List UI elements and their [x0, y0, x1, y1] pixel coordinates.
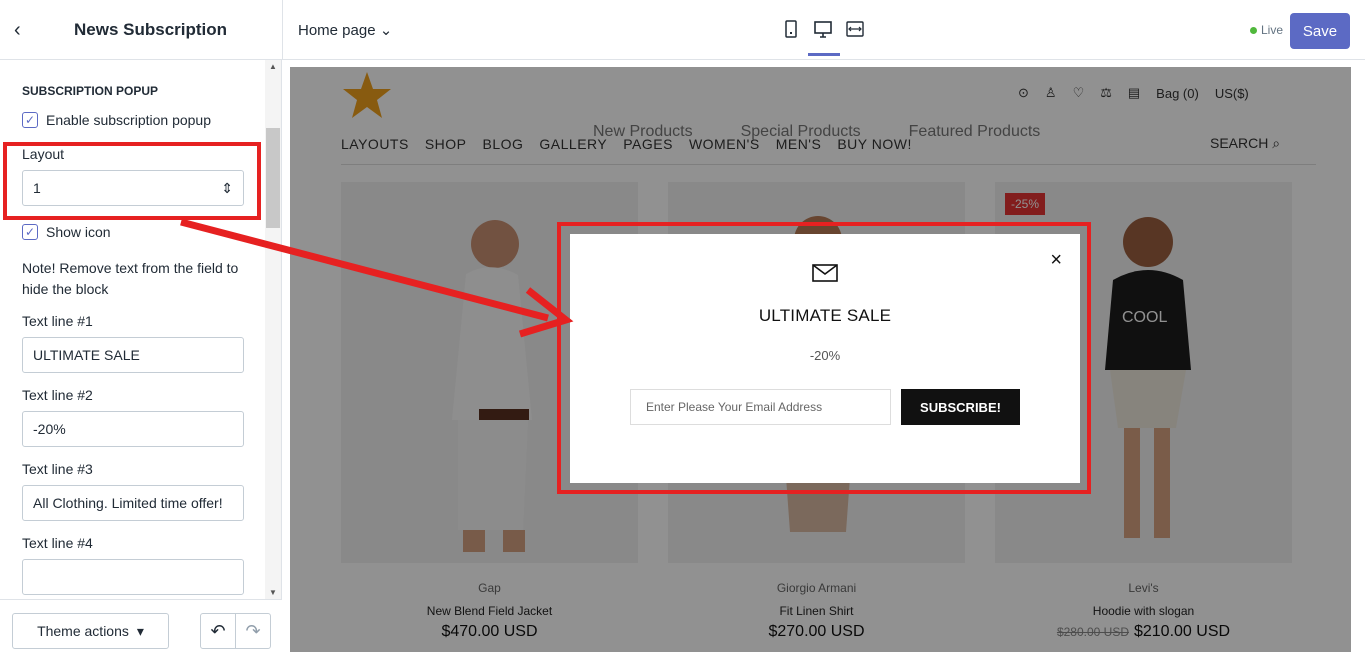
checkbox-icon: ✓: [22, 224, 38, 240]
text-line-2-label: Text line #2: [22, 387, 93, 403]
page-selector[interactable]: Home page ⌄: [298, 21, 392, 39]
scroll-down-arrow-icon[interactable]: ▼: [269, 588, 277, 597]
live-dot-icon: [1250, 27, 1257, 34]
show-icon-checkbox[interactable]: ✓ Show icon: [22, 224, 265, 240]
text-line-3-input[interactable]: All Clothing. Limited time offer!: [22, 485, 244, 521]
section-title: SUBSCRIPTION POPUP: [22, 84, 159, 98]
live-label: Live: [1261, 23, 1284, 37]
redo-icon[interactable]: ↷: [236, 614, 270, 648]
text-line-1-input[interactable]: ULTIMATE SALE: [22, 337, 244, 373]
layout-annotation-box: [3, 142, 261, 220]
text-line-1-label: Text line #1: [22, 313, 93, 329]
sidebar-scrollbar[interactable]: ▲ ▼: [265, 60, 281, 599]
scroll-thumb[interactable]: [266, 128, 280, 228]
checkbox-icon: ✓: [22, 112, 38, 128]
text-line-4-label: Text line #4: [22, 535, 93, 551]
panel-title: News Subscription: [74, 20, 228, 39]
full-width-icon[interactable]: [846, 18, 864, 40]
text-line-3-label: Text line #3: [22, 461, 93, 477]
scroll-up-arrow-icon[interactable]: ▲: [269, 62, 277, 71]
history-controls: ↶ ↷: [200, 613, 271, 649]
text-line-2-input[interactable]: -20%: [22, 411, 244, 447]
text-line-4-input[interactable]: [22, 559, 244, 595]
back-chevron-icon[interactable]: ‹: [14, 19, 21, 42]
save-button[interactable]: Save: [1290, 13, 1350, 49]
dropdown-arrow-icon: ▾: [136, 622, 144, 639]
popup-annotation-box: [557, 222, 1091, 494]
live-status: Live: [1250, 23, 1283, 37]
theme-actions-label: Theme actions: [37, 623, 129, 639]
undo-icon[interactable]: ↶: [201, 614, 236, 648]
desktop-icon[interactable]: [808, 18, 840, 56]
page-selector-label: Home page: [298, 22, 376, 39]
chevron-down-icon: ⌄: [379, 22, 393, 39]
removal-note: Note! Remove text from the field to hide…: [22, 260, 239, 297]
top-divider: [282, 0, 283, 60]
enable-popup-checkbox[interactable]: ✓ Enable subscription popup: [22, 112, 265, 128]
sidebar-footer: Theme actions ▾ ↶ ↷: [0, 599, 282, 659]
show-icon-label: Show icon: [46, 224, 111, 240]
device-switcher: [782, 18, 864, 56]
settings-scroll-area[interactable]: SUBSCRIPTION POPUP ✓ Enable subscription…: [0, 60, 265, 599]
mobile-icon[interactable]: [782, 18, 800, 40]
theme-actions-button[interactable]: Theme actions ▾: [12, 613, 169, 649]
editor-top-bar: ‹ News Subscription Home page ⌄ Live Sav…: [0, 0, 1365, 60]
enable-popup-label: Enable subscription popup: [46, 112, 212, 128]
